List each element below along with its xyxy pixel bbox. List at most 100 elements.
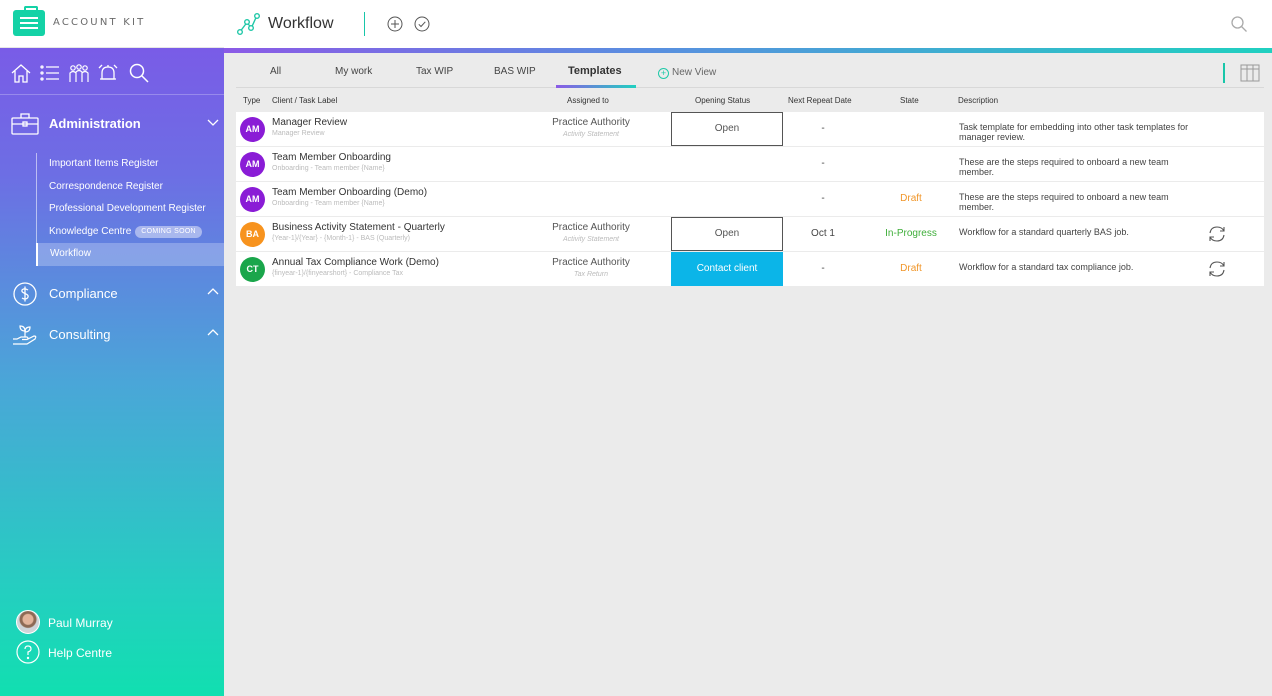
tab-all[interactable]: All	[270, 66, 281, 77]
workflow-icon	[237, 13, 260, 36]
task-description: Workflow for a standard tax compliance j…	[959, 262, 1134, 272]
search-icon[interactable]	[128, 62, 150, 84]
sidebar: ACCOUNT KIT Administration Important Ite…	[0, 0, 224, 696]
state-label: Draft	[900, 193, 922, 204]
nav-section-label: Compliance	[49, 286, 118, 301]
repeat-sync-icon[interactable]	[1206, 224, 1228, 244]
tab-templates[interactable]: Templates	[568, 65, 622, 77]
state-label: Draft	[900, 263, 922, 274]
sidebar-item-workflow[interactable]: Workflow	[36, 243, 224, 266]
avatar	[16, 610, 40, 634]
opening-status-button[interactable]: Contact client	[671, 252, 783, 286]
opening-status-button[interactable]: Open	[671, 112, 783, 146]
opening-status-button[interactable]: Open	[671, 217, 783, 251]
nav-section-administration[interactable]: Administration	[0, 104, 224, 144]
column-header-next-repeat-date[interactable]: Next Repeat Date	[788, 96, 852, 105]
templates-table: AM Manager Review Manager Review Practice A…	[236, 112, 1264, 287]
column-header-opening-status[interactable]: Opening Status	[695, 96, 750, 105]
table-header: Type Client / Task Label Assigned to Ope…	[236, 92, 1264, 110]
column-header-assigned-to[interactable]: Assigned to	[567, 96, 609, 105]
nav-section-consulting[interactable]: Consulting	[0, 315, 224, 355]
columns-icon[interactable]	[1240, 64, 1260, 82]
type-badge: AM	[240, 187, 265, 212]
user-profile[interactable]: Paul Murray	[14, 610, 214, 636]
task-label: {Year-1}/{Year} - {Month-1} - BAS (Quart…	[272, 235, 411, 242]
chevron-up-icon[interactable]	[206, 328, 220, 338]
nav-section-label: Administration	[49, 116, 141, 131]
assigned-category: Activity Statement	[562, 236, 620, 243]
help-centre-link[interactable]: Help Centre	[14, 640, 214, 666]
new-view-label: New View	[672, 67, 717, 78]
sidebar-item-important-items-register[interactable]: Important Items Register	[37, 153, 224, 176]
title-divider	[364, 12, 365, 36]
column-header-client-task[interactable]: Client / Task Label	[272, 96, 337, 105]
brand-name: ACCOUNT KIT	[53, 17, 146, 28]
table-row[interactable]: AM Manager Review Manager Review Practice A…	[236, 112, 1264, 147]
task-description: These are the steps required to onboard …	[959, 192, 1169, 212]
next-repeat-date: -	[821, 263, 825, 274]
check-icon[interactable]	[414, 16, 430, 32]
nav-section-compliance[interactable]: Compliance	[0, 274, 224, 314]
tab-bas-wip[interactable]: BAS WIP	[494, 66, 536, 77]
next-repeat-date: -	[821, 123, 825, 134]
task-title[interactable]: Team Member Onboarding	[272, 152, 391, 163]
assigned-category: Activity Statement	[562, 131, 620, 138]
tab-tax-wip[interactable]: Tax WIP	[416, 66, 453, 77]
task-label: Onboarding - Team member {Name}	[272, 200, 385, 207]
header-gradient-line	[224, 48, 1272, 53]
sidebar-item-label: Workflow	[50, 248, 91, 259]
column-header-state[interactable]: State	[900, 96, 919, 105]
type-badge: BA	[240, 222, 265, 247]
column-header-description[interactable]: Description	[958, 96, 998, 105]
chevron-up-icon[interactable]	[206, 287, 220, 297]
active-tab-indicator	[556, 85, 636, 88]
tabs-divider	[1223, 63, 1225, 83]
task-title[interactable]: Annual Tax Compliance Work (Demo)	[272, 257, 439, 268]
quick-icons	[0, 48, 224, 95]
plant-hand-icon	[13, 325, 37, 345]
help-centre-label: Help Centre	[48, 646, 113, 660]
nav-section-label: Consulting	[49, 327, 111, 342]
new-view-button[interactable]: + New View	[658, 67, 716, 79]
sidebar-item-professional-development-register[interactable]: Professional Development Register	[37, 198, 224, 221]
sidebar-item-label: Knowledge Centre	[49, 225, 132, 237]
search-icon[interactable]	[1230, 15, 1248, 33]
task-description: These are the steps required to onboard …	[959, 157, 1169, 177]
account-kit-logo-icon[interactable]	[13, 6, 45, 36]
sidebar-item-correspondence-register[interactable]: Correspondence Register	[37, 176, 224, 199]
top-bar: Workflow	[224, 0, 1272, 48]
coming-soon-badge: COMING SOON	[135, 225, 202, 238]
home-icon[interactable]	[10, 62, 32, 84]
briefcase-icon	[11, 113, 39, 135]
table-row[interactable]: AM Team Member Onboarding (Demo) Onboardin…	[236, 182, 1264, 217]
table-row[interactable]: AM Team Member Onboarding Onboarding - Tea…	[236, 147, 1264, 182]
sidebar-item-label: Professional Development Register	[49, 203, 206, 214]
repeat-sync-icon[interactable]	[1206, 259, 1228, 279]
next-repeat-date: -	[821, 193, 825, 204]
table-row[interactable]: BA Business Activity Statement - Quarterl…	[236, 217, 1264, 252]
type-badge: AM	[240, 152, 265, 177]
task-label: Manager Review	[272, 130, 325, 137]
next-repeat-date: -	[821, 158, 825, 169]
task-description: Workflow for a standard quarterly BAS jo…	[959, 227, 1129, 237]
administration-submenu: Important Items Register Correspondence …	[36, 153, 224, 266]
tab-my-work[interactable]: My work	[335, 66, 372, 77]
task-title[interactable]: Team Member Onboarding (Demo)	[272, 187, 427, 198]
table-row[interactable]: CT Annual Tax Compliance Work (Demo) {finy…	[236, 252, 1264, 287]
help-icon	[16, 640, 40, 664]
chevron-down-icon[interactable]	[206, 117, 220, 127]
list-icon[interactable]	[39, 62, 61, 84]
sidebar-item-knowledge-centre[interactable]: Knowledge Centre COMING SOON	[37, 221, 224, 244]
people-icon[interactable]	[68, 62, 90, 84]
type-badge: AM	[240, 117, 265, 142]
task-title[interactable]: Manager Review	[272, 117, 347, 128]
logo-bar: ACCOUNT KIT	[0, 0, 224, 48]
type-badge: CT	[240, 257, 265, 282]
task-title[interactable]: Business Activity Statement - Quarterly	[272, 222, 445, 233]
column-header-type[interactable]: Type	[243, 96, 260, 105]
assigned-category: Tax Return	[574, 271, 608, 278]
sidebar-item-label: Important Items Register	[49, 158, 159, 169]
alarm-icon[interactable]	[97, 62, 119, 84]
add-icon[interactable]	[387, 16, 403, 32]
next-repeat-date: Oct 1	[811, 228, 835, 239]
